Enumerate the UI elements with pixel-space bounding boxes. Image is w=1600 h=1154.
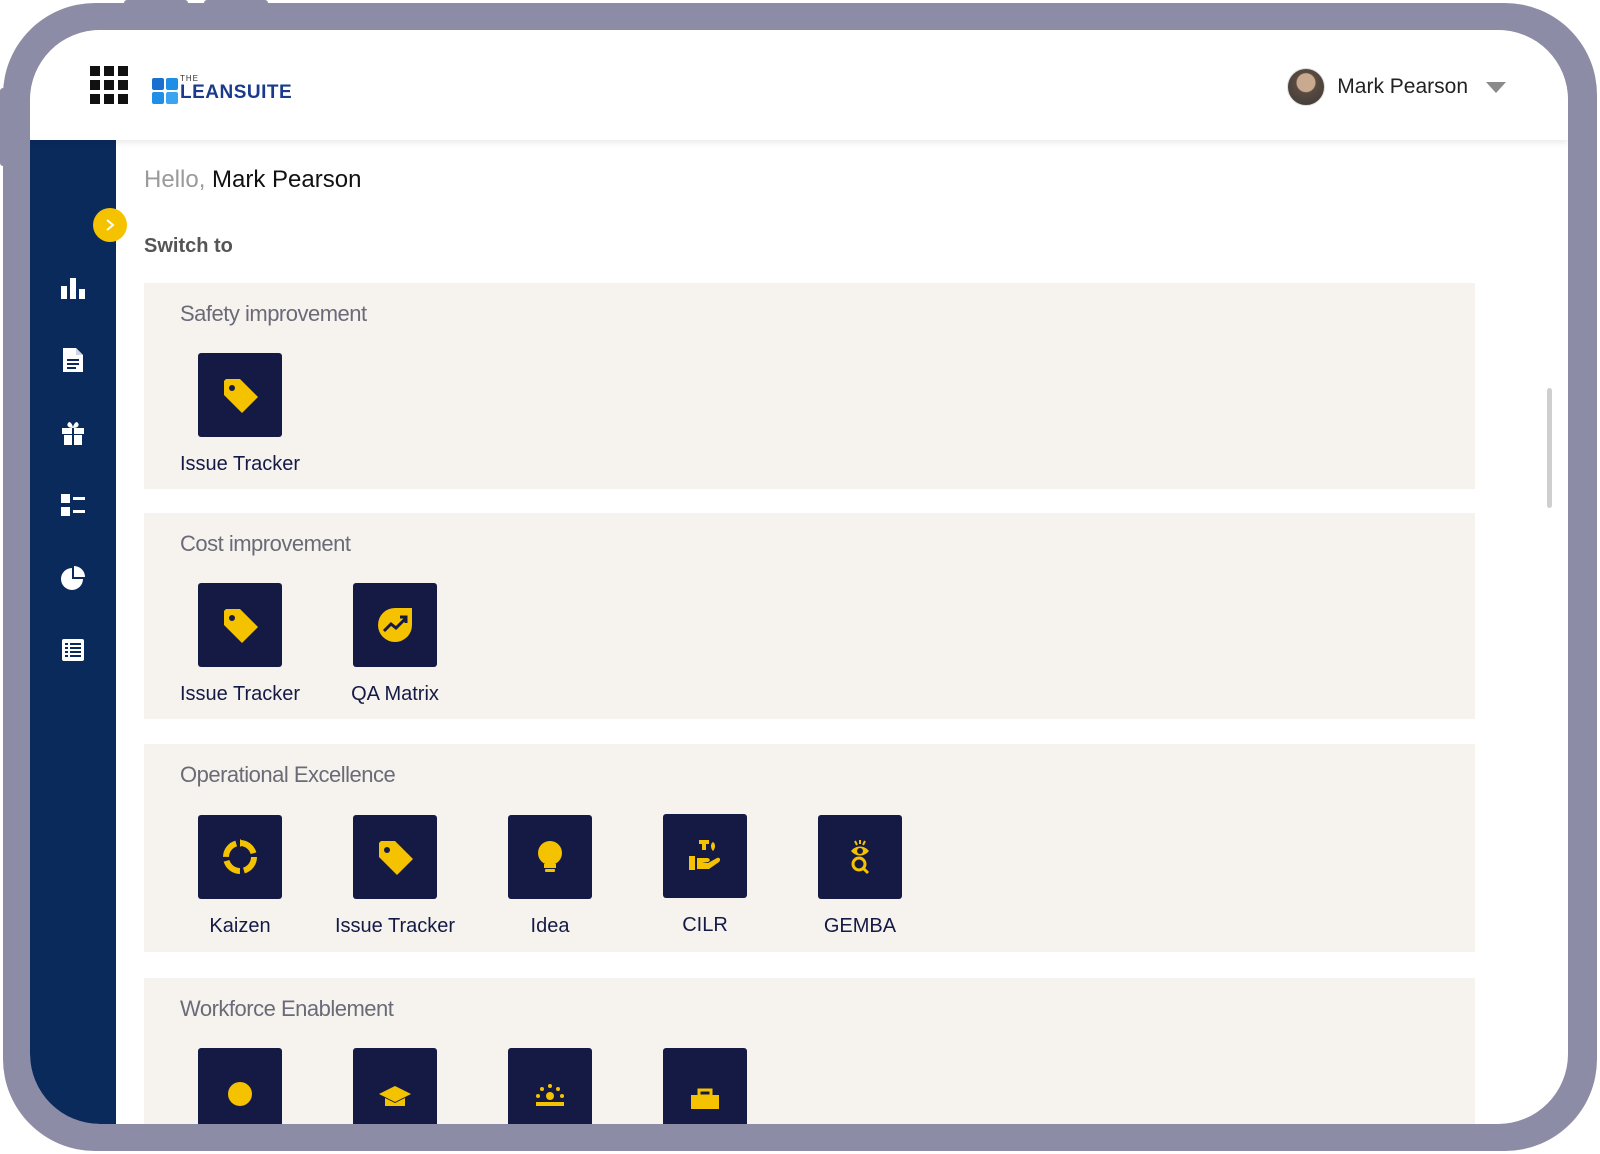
- tag-icon: [353, 815, 437, 899]
- device-button: [124, 0, 188, 6]
- avatar: [1287, 68, 1326, 106]
- app-grid-icon[interactable]: [90, 66, 128, 104]
- tile-label: GEMBA: [823, 915, 897, 937]
- tile-qa-matrix[interactable]: QA Matrix: [320, 583, 470, 706]
- list-icon[interactable]: [58, 635, 88, 665]
- app-screen: THE LEANSUITE Mark Pearson Hello, Mark P…: [30, 30, 1568, 1124]
- caret-down-icon: [1486, 81, 1506, 93]
- document-icon[interactable]: [58, 345, 88, 375]
- sidebar-toggle-button[interactable]: [93, 208, 127, 242]
- tile-gemba[interactable]: GEMBA: [785, 815, 935, 938]
- tile-label: Issue Tracker: [179, 453, 301, 475]
- tile-label: QA Matrix: [351, 683, 439, 705]
- logo-name: LEANSUITE: [180, 82, 293, 103]
- section-title: Cost improvement: [180, 531, 351, 556]
- tile-issue-tracker[interactable]: Issue Tracker: [320, 815, 470, 938]
- tile-idea[interactable]: Idea: [475, 815, 625, 938]
- section-cost-improvement: Cost improvement Issue Tracker QA Matrix: [144, 513, 1475, 719]
- graduation-cap-icon: [353, 1048, 437, 1124]
- tile-cilr[interactable]: CILR: [630, 814, 780, 937]
- tile-label: CILR: [682, 914, 728, 936]
- sidebar: [30, 140, 116, 1124]
- tile-label: Issue Tracker: [179, 683, 301, 705]
- chevron-right-icon: [106, 219, 115, 231]
- leansuite-logo[interactable]: THE LEANSUITE: [152, 70, 292, 104]
- greeting-hello: Hello,: [144, 166, 213, 193]
- tile-workforce-3[interactable]: [475, 1048, 625, 1124]
- top-bar: THE LEANSUITE Mark Pearson: [30, 30, 1568, 140]
- greeting: Hello, Mark Pearson: [144, 166, 361, 194]
- device-button: [204, 0, 268, 6]
- logo-the: THE: [180, 74, 199, 83]
- main-content: Hello, Mark Pearson Switch to Safety imp…: [116, 140, 1568, 1124]
- section-title: Workforce Enablement: [180, 996, 394, 1021]
- eye-search-icon: [818, 815, 902, 899]
- section-title: Operational Excellence: [180, 762, 396, 787]
- tile-workforce-1[interactable]: [165, 1048, 315, 1124]
- tile-issue-tracker[interactable]: Issue Tracker: [165, 353, 315, 476]
- tile-kaizen[interactable]: Kaizen: [165, 815, 315, 938]
- tag-icon: [198, 353, 282, 437]
- cycle-icon: [198, 815, 282, 899]
- trend-chart-icon: [353, 583, 437, 667]
- section-operational-excellence: Operational Excellence Kaizen Issue Trac…: [144, 744, 1475, 952]
- briefcase-icon: [663, 1048, 747, 1124]
- switch-to-label: Switch to: [144, 235, 233, 257]
- tile-issue-tracker[interactable]: Issue Tracker: [165, 583, 315, 706]
- tile-workforce-4[interactable]: [630, 1048, 780, 1124]
- user-name: Mark Pearson: [1337, 75, 1468, 98]
- task-list-icon[interactable]: [58, 490, 88, 520]
- greeting-name: Mark Pearson: [212, 166, 362, 193]
- tile-label: Issue Tracker: [334, 915, 456, 937]
- pie-chart-icon[interactable]: [58, 563, 88, 593]
- person-spark-icon: [508, 1048, 592, 1124]
- tile-label: Kaizen: [209, 915, 271, 937]
- section-title: Safety improvement: [180, 301, 367, 326]
- tag-icon: [198, 583, 282, 667]
- hand-oil-icon: [663, 814, 747, 898]
- tile-workforce-2[interactable]: [320, 1048, 470, 1124]
- tile-label: Idea: [530, 915, 570, 937]
- scrollbar[interactable]: [1547, 388, 1552, 508]
- bar-chart-icon[interactable]: [58, 273, 88, 303]
- section-safety-improvement: Safety improvement Issue Tracker: [144, 283, 1475, 489]
- device-side-button: [0, 88, 6, 166]
- logo-mark-icon: [152, 78, 178, 104]
- lightbulb-icon: [508, 815, 592, 899]
- lightbulb-icon: [198, 1048, 282, 1124]
- section-workforce-enablement: Workforce Enablement: [144, 978, 1475, 1124]
- user-menu[interactable]: Mark Pearson: [1287, 68, 1506, 106]
- gift-icon[interactable]: [58, 418, 88, 448]
